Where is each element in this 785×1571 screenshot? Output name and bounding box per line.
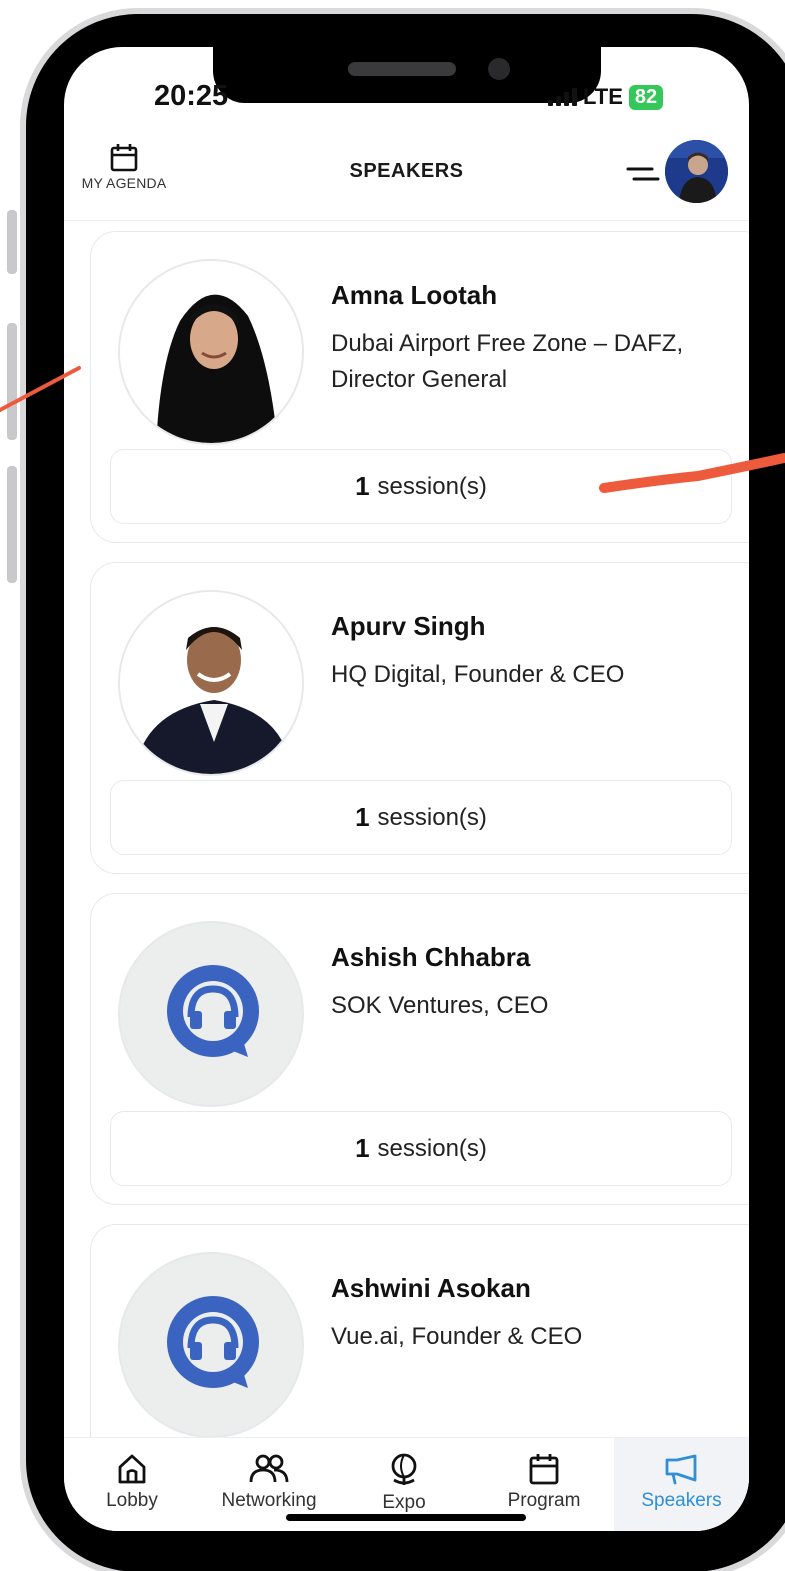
- top-header: MY AGENDA SPEAKERS: [64, 137, 749, 221]
- volume-up-button: [7, 323, 17, 440]
- sessions-button[interactable]: 1 session(s): [110, 780, 732, 855]
- sessions-button[interactable]: 1 session(s): [110, 449, 732, 524]
- sessions-button[interactable]: 1 session(s): [110, 1111, 732, 1186]
- speaker-name[interactable]: Ashish Chhabra: [331, 942, 530, 973]
- speaker-card[interactable]: Ashwini Asokan Vue.ai, Founder & CEO: [90, 1224, 749, 1437]
- network-type: LTE: [583, 84, 623, 109]
- speaker-name[interactable]: Ashwini Asokan: [331, 1273, 531, 1304]
- globe-icon: [391, 1453, 417, 1485]
- speaker-role: Vue.ai, Founder & CEO: [331, 1323, 583, 1350]
- speaker-photo: [118, 590, 304, 776]
- volume-down-button: [7, 466, 17, 583]
- home-icon: [118, 1454, 146, 1484]
- speaker-list[interactable]: Amna Lootah Dubai Airport Free Zone – DA…: [64, 222, 749, 1437]
- home-indicator: [286, 1514, 526, 1521]
- signal-icon: [548, 88, 577, 106]
- session-label: session(s): [377, 1134, 487, 1162]
- tab-label: Program: [507, 1490, 581, 1511]
- speaker-role: HQ Digital, Founder & CEO: [331, 661, 625, 688]
- battery-icon: 82: [628, 84, 664, 110]
- calendar-icon: [529, 1454, 559, 1485]
- front-camera: [488, 58, 510, 80]
- status-indicators: LTE 82: [548, 84, 664, 110]
- silent-switch: [7, 210, 17, 274]
- speaker-photo: [118, 259, 304, 445]
- phone-screen: 20:25 LTE 82 MY AGENDA SPEAKERS Amna Loo…: [64, 47, 749, 1531]
- megaphone-icon: [665, 1454, 696, 1485]
- menu-icon[interactable]: [626, 165, 660, 185]
- headset-chat-icon: [167, 1296, 259, 1388]
- speaker-role: Dubai Airport Free Zone – DAFZ, Director…: [331, 330, 684, 393]
- people-icon: [249, 1454, 289, 1483]
- speaker-name[interactable]: Amna Lootah: [331, 280, 497, 311]
- tab-label: Networking: [221, 1490, 317, 1511]
- status-time: 20:25: [154, 80, 229, 112]
- user-avatar[interactable]: [665, 140, 728, 203]
- headset-chat-icon: [167, 965, 259, 1057]
- speaker-name[interactable]: Apurv Singh: [331, 611, 486, 642]
- speaker-card[interactable]: Apurv Singh HQ Digital, Founder & CEO 1 …: [90, 562, 749, 874]
- tab-label: Lobby: [106, 1490, 158, 1511]
- speaker-role: SOK Ventures, CEO: [331, 992, 549, 1019]
- tab-lobby[interactable]: Lobby: [72, 1438, 192, 1531]
- session-count: 1: [355, 802, 370, 832]
- speaker-card[interactable]: Ashish Chhabra SOK Ventures, CEO 1 sessi…: [90, 893, 749, 1205]
- tab-label: Speakers: [641, 1490, 722, 1511]
- session-count: 1: [355, 471, 370, 501]
- tab-label: Expo: [382, 1492, 426, 1513]
- earpiece-speaker: [348, 62, 456, 76]
- notch: [213, 47, 601, 103]
- speaker-photo-placeholder: [118, 921, 304, 1107]
- speaker-photo-placeholder: [118, 1252, 304, 1437]
- tab-speakers[interactable]: Speakers: [614, 1438, 749, 1531]
- session-label: session(s): [377, 472, 487, 500]
- session-label: session(s): [377, 803, 487, 831]
- session-count: 1: [355, 1133, 370, 1163]
- speaker-card[interactable]: Amna Lootah Dubai Airport Free Zone – DA…: [90, 231, 749, 543]
